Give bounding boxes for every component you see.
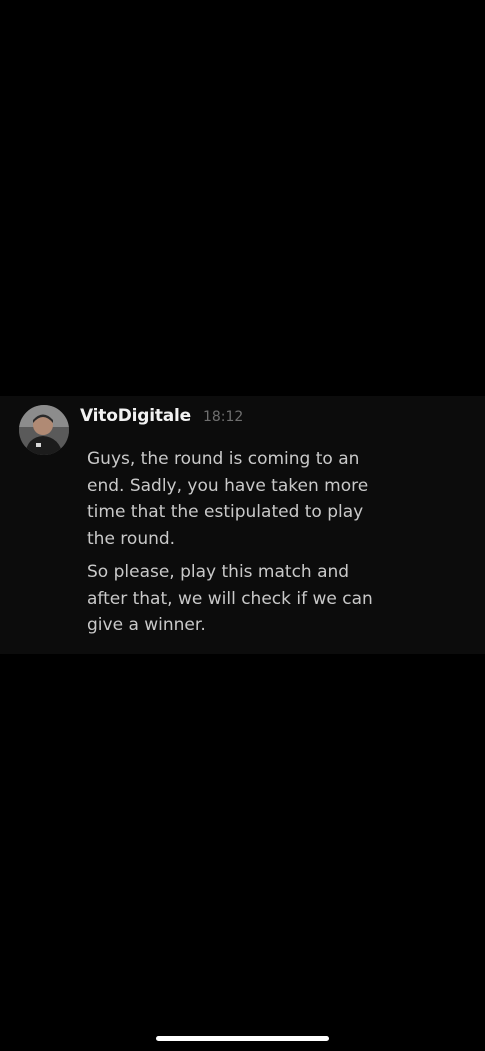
message-body: Guys, the round is coming to an end. Sad… (87, 446, 477, 646)
message-timestamp: 18:12 (202, 409, 244, 425)
message-paragraph: So please, play this match and after tha… (87, 562, 373, 635)
message-header: VitoDigitale 18:12 (80, 406, 243, 430)
avatar[interactable] (19, 405, 69, 455)
message-paragraph: Guys, the round is coming to an end. Sad… (87, 449, 369, 549)
user-avatar-icon (19, 405, 69, 455)
home-indicator[interactable] (156, 1036, 329, 1041)
chat-message: VitoDigitale 18:12 Guys, the round is co… (0, 396, 485, 654)
screen: VitoDigitale 18:12 Guys, the round is co… (0, 0, 485, 1051)
username[interactable]: VitoDigitale (80, 406, 191, 426)
